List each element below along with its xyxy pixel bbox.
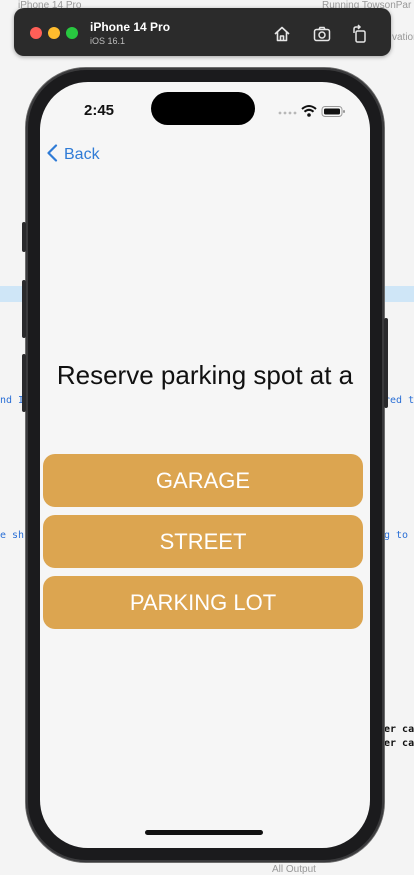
- bg-code-left-2: e sh: [0, 530, 25, 541]
- street-label: STREET: [159, 528, 247, 554]
- chevron-left-icon: [46, 143, 58, 167]
- volume-up-button: [22, 280, 26, 338]
- bg-snippet: vation: [392, 32, 414, 43]
- back-button[interactable]: Back: [46, 143, 100, 167]
- bg-console-line: er ca: [384, 724, 414, 735]
- bg-code-right: red t: [384, 395, 414, 406]
- power-button: [384, 318, 388, 408]
- volume-down-button: [22, 354, 26, 412]
- garage-button[interactable]: GARAGE: [43, 454, 363, 507]
- page-title: Reserve parking spot at a: [56, 360, 354, 390]
- close-window-button[interactable]: [30, 27, 42, 39]
- simulator-os-version: iOS 16.1: [90, 36, 126, 46]
- camera-icon[interactable]: [312, 24, 332, 44]
- bg-output-filter: All Output: [272, 864, 316, 875]
- simulator-title-bar: iPhone 14 Pro iOS 16.1: [14, 8, 391, 56]
- cellular-signal-icon: [278, 111, 297, 115]
- zoom-window-button[interactable]: [66, 27, 78, 39]
- parking-lot-button[interactable]: PARKING LOT: [43, 576, 363, 629]
- rotate-icon[interactable]: [350, 24, 370, 44]
- bg-console-line: er ca: [384, 738, 414, 749]
- action-button: [22, 222, 26, 252]
- bg-code-left: nd I: [0, 395, 25, 406]
- simulator-device-name: iPhone 14 Pro: [90, 20, 171, 34]
- home-indicator[interactable]: [145, 830, 263, 835]
- dynamic-island: [151, 92, 255, 125]
- parking-lot-label: PARKING LOT: [129, 589, 277, 615]
- garage-label: GARAGE: [155, 467, 251, 493]
- bg-code-right-2: g to: [384, 530, 409, 541]
- back-label: Back: [64, 146, 100, 163]
- battery-icon: [321, 106, 345, 117]
- home-icon[interactable]: [272, 24, 292, 44]
- street-button[interactable]: STREET: [43, 515, 363, 568]
- iphone-frame: 2:45 Back Reserve parking spot at a GARA…: [22, 68, 388, 862]
- status-time: 2:45: [84, 102, 115, 119]
- app-screen: 2:45 Back Reserve parking spot at a GARA…: [40, 82, 370, 848]
- status-icons: [276, 104, 346, 118]
- wifi-icon: [301, 105, 317, 117]
- minimize-window-button[interactable]: [48, 27, 60, 39]
